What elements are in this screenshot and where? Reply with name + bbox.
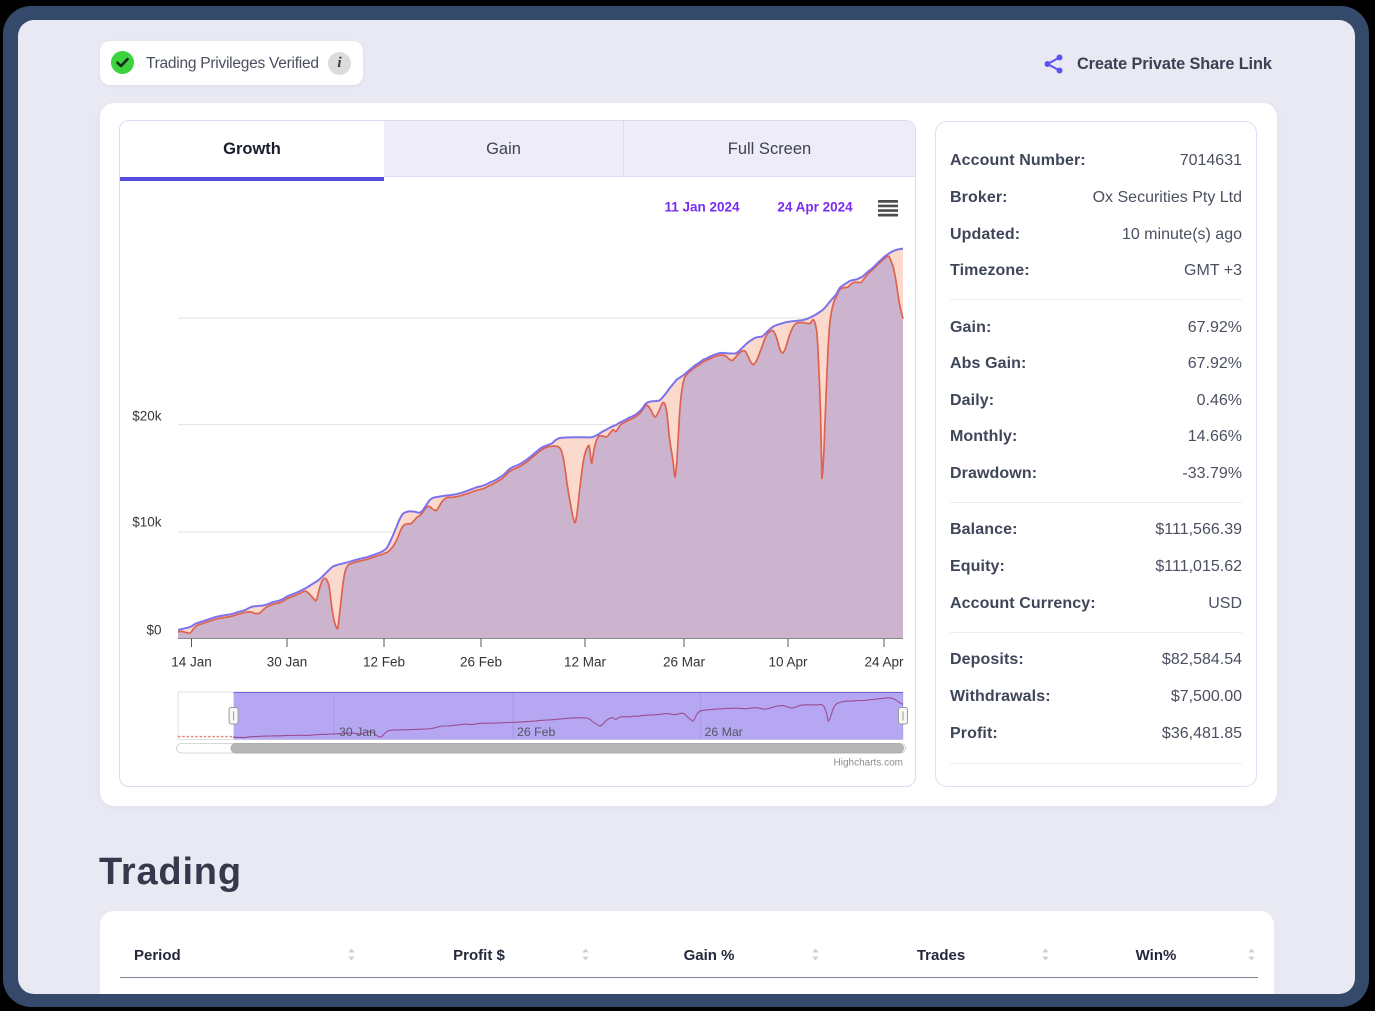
svg-text:26 Mar: 26 Mar [663, 655, 706, 670]
svg-text:$10k: $10k [132, 515, 162, 530]
svg-text:26 Mar: 26 Mar [705, 725, 743, 739]
svg-text:10 Apr: 10 Apr [768, 655, 808, 670]
svg-text:$20k: $20k [132, 409, 162, 424]
svg-text:12 Feb: 12 Feb [363, 655, 405, 670]
svg-text:$0: $0 [146, 623, 161, 638]
svg-text:12 Mar: 12 Mar [564, 655, 607, 670]
svg-text:30 Jan: 30 Jan [339, 725, 376, 739]
svg-text:24 Apr 2024: 24 Apr 2024 [777, 200, 853, 215]
svg-text:14 Jan: 14 Jan [171, 655, 212, 670]
svg-text:11 Jan 2024: 11 Jan 2024 [664, 200, 740, 215]
svg-text:Highcharts.com: Highcharts.com [834, 758, 903, 769]
svg-text:26 Feb: 26 Feb [517, 725, 555, 739]
svg-text:30 Jan: 30 Jan [267, 655, 308, 670]
svg-text:24 Apr: 24 Apr [864, 655, 904, 670]
svg-text:26 Feb: 26 Feb [460, 655, 502, 670]
